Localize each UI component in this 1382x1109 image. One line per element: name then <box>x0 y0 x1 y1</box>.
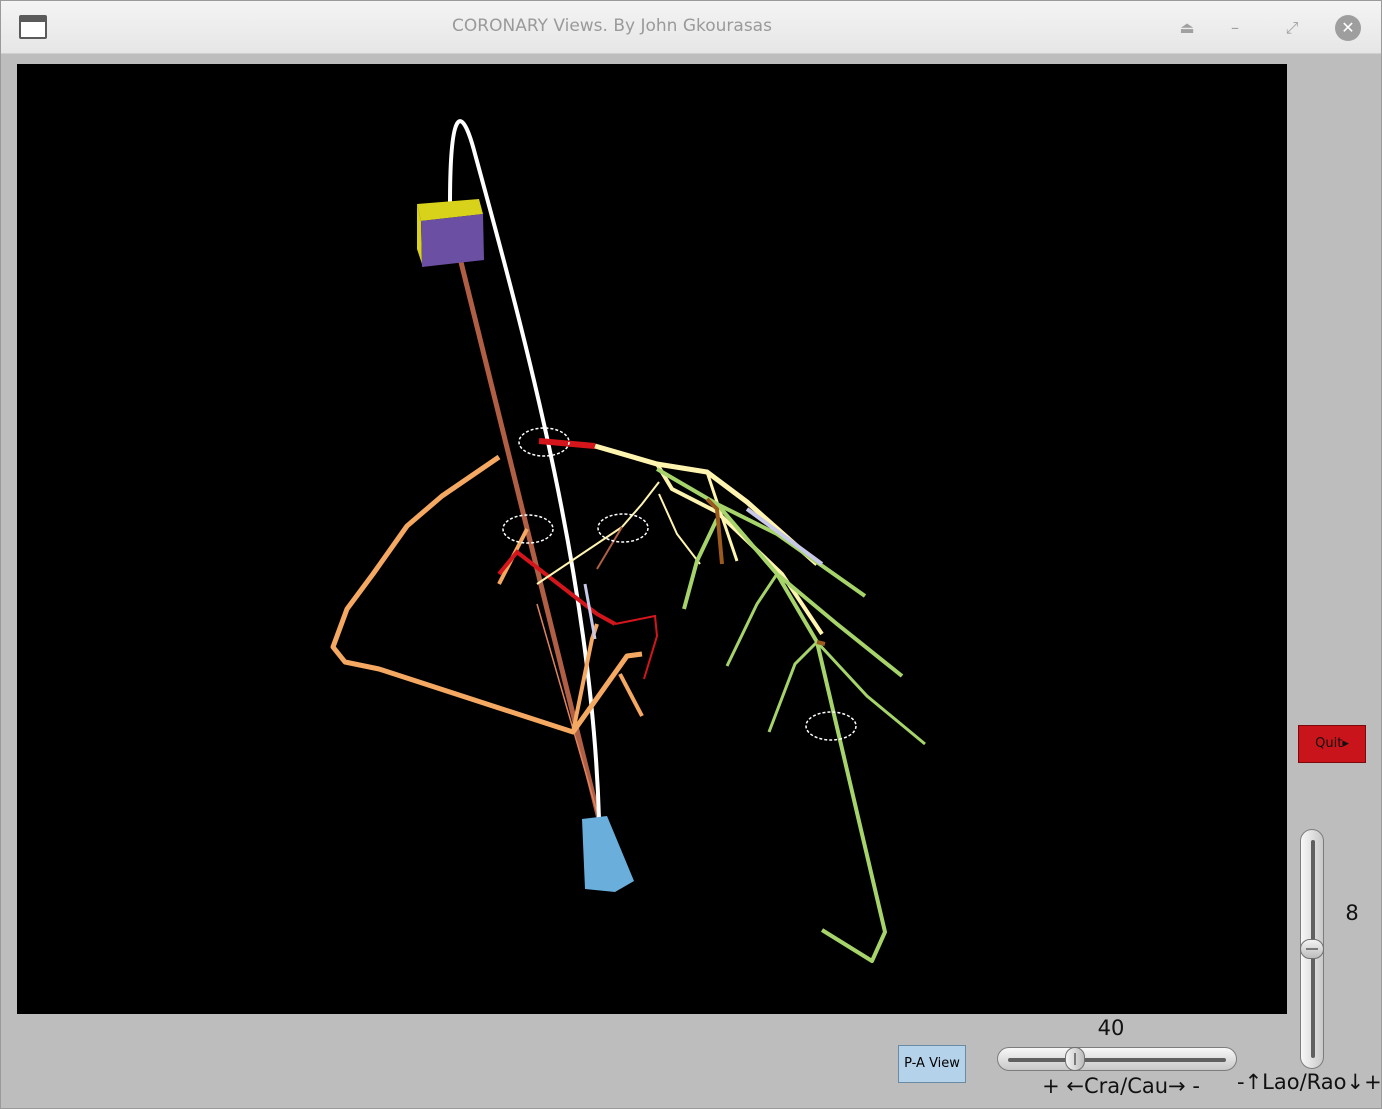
septal-branch-2 <box>816 640 826 646</box>
cra-cau-value: 40 <box>1097 1016 1125 1040</box>
cx-branch-4 <box>658 493 701 565</box>
lad-diag-1 <box>716 502 867 598</box>
title-bar[interactable]: CORONARY Views. By John Gkourasas ⏏ – ⤢ … <box>1 1 1381 54</box>
minimize-icon[interactable]: – <box>1222 15 1248 41</box>
cra-cau-label: + ←Cra/Cau→ - <box>1042 1074 1200 1098</box>
cra-cau-groove <box>1008 1058 1226 1062</box>
lad-diag-2 <box>775 572 904 678</box>
cra-cau-track[interactable] <box>997 1047 1237 1071</box>
lao-rao-label: -↑Lao/Rao↓+ <box>1237 1070 1382 1094</box>
box-face <box>421 214 484 267</box>
coronary-tree-svg <box>330 119 926 963</box>
cra-cau-thumb[interactable] <box>1065 1047 1085 1071</box>
coronary-3d-view[interactable] <box>17 64 1287 1014</box>
quit-button[interactable]: Quit▸ <box>1298 725 1366 763</box>
marker-4 <box>805 711 857 741</box>
lad-diag-6 <box>682 518 719 610</box>
cra-cau-slider[interactable] <box>997 1044 1237 1074</box>
restore-icon[interactable]: ⤢ <box>1279 15 1305 41</box>
rca-branch-2 <box>618 673 644 717</box>
lad-lilac-branch <box>745 507 824 566</box>
eject-icon[interactable]: ⏏ <box>1174 15 1200 41</box>
lao-rao-thumb[interactable] <box>1300 939 1324 959</box>
lad-diag-3 <box>815 640 926 746</box>
window-title: CORONARY Views. By John Gkourasas <box>452 16 772 36</box>
app-window: CORONARY Views. By John Gkourasas ⏏ – ⤢ … <box>0 0 1382 1109</box>
base-cone <box>582 816 634 892</box>
pa-view-button[interactable]: P-A View <box>898 1045 966 1083</box>
lao-rao-value: 8 <box>1345 901 1359 925</box>
lad-diag-5 <box>725 573 779 667</box>
rca-vessel <box>330 454 643 735</box>
lad-vessel <box>655 467 887 963</box>
red-thin-vessel <box>614 614 659 680</box>
lao-rao-slider[interactable] <box>1297 829 1327 1069</box>
catheter-line <box>456 253 602 820</box>
close-icon[interactable]: ✕ <box>1335 15 1361 41</box>
red-segment <box>497 549 616 626</box>
